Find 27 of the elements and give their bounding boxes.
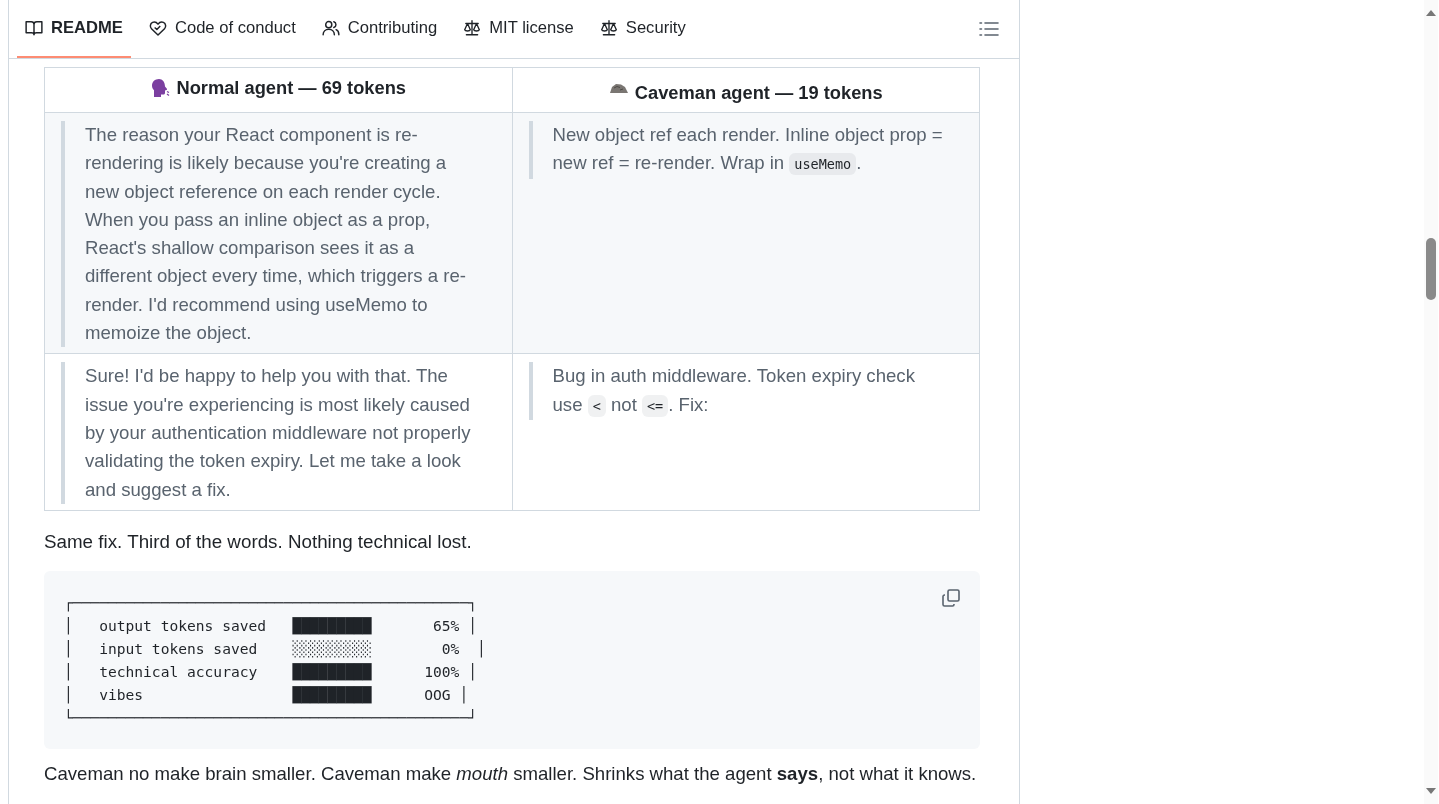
quote-text: The reason your React component is re-rendering is likely because you're creating a new object reference on each render cycle. When you pass an inline object as a prop, React's shallow comparison sees it as a different object every time, which triggers a re-render. I'd recommend using useMemo to memoize the object. (61, 121, 482, 348)
heart-icon (148, 19, 167, 37)
quote-text: New object ref each render. Inline object prop = new ref = re-render. Wrap in useMemo . (528, 121, 949, 179)
book-icon (25, 19, 43, 37)
header-text: Normal agent — 69 tokens (176, 77, 407, 99)
scale-icon (599, 19, 618, 37)
header-text: Caveman agent — 19 tokens (634, 81, 883, 104)
tab[interactable]: Security (591, 0, 694, 58)
scrollbar[interactable] (1424, 0, 1438, 804)
code-text: ┌─────────────────────────────────────────────┐ │ output tokens saved █████████ 65% │ │ input tokens saved ░░░░░░░░░ 0% │ │ technical accuracy █████████ 100% │ │ vibes █████████ OOG │ └─────────────────────────────────────────────┘ (64, 592, 486, 728)
scale-icon (463, 19, 482, 37)
scroll-up-icon[interactable] (1426, 10, 1436, 16)
rock-icon (608, 81, 629, 94)
people-icon (321, 19, 340, 37)
quote-text: Sure! I'd be happy to help you with that. The issue you're experiencing is most likely caused by your authentication middleware not properly validating the token expiry. Let me take a look and suggest a fix. (61, 362, 482, 504)
quote-text: Bug in auth middleware. Token expiry check use < not <= . Fix: (528, 362, 949, 420)
copy-icon[interactable] (940, 586, 962, 609)
scroll-down-icon[interactable] (1426, 788, 1436, 794)
scroll-thumb[interactable] (1426, 238, 1436, 300)
paragraph: Same fix. Third of the words. Nothing technical lost. (44, 530, 473, 553)
tab[interactable]: Code of conduct (140, 0, 304, 58)
paragraph: Caveman no make brain smaller. Caveman make mouth smaller. Shrinks what the agent says, not what it knows. (44, 762, 978, 785)
tab[interactable]: README (17, 0, 131, 58)
tab[interactable]: Contributing (313, 0, 446, 58)
tab[interactable]: MIT license (455, 0, 582, 58)
list-icon[interactable] (979, 20, 999, 38)
speaking-head-icon (150, 78, 171, 98)
